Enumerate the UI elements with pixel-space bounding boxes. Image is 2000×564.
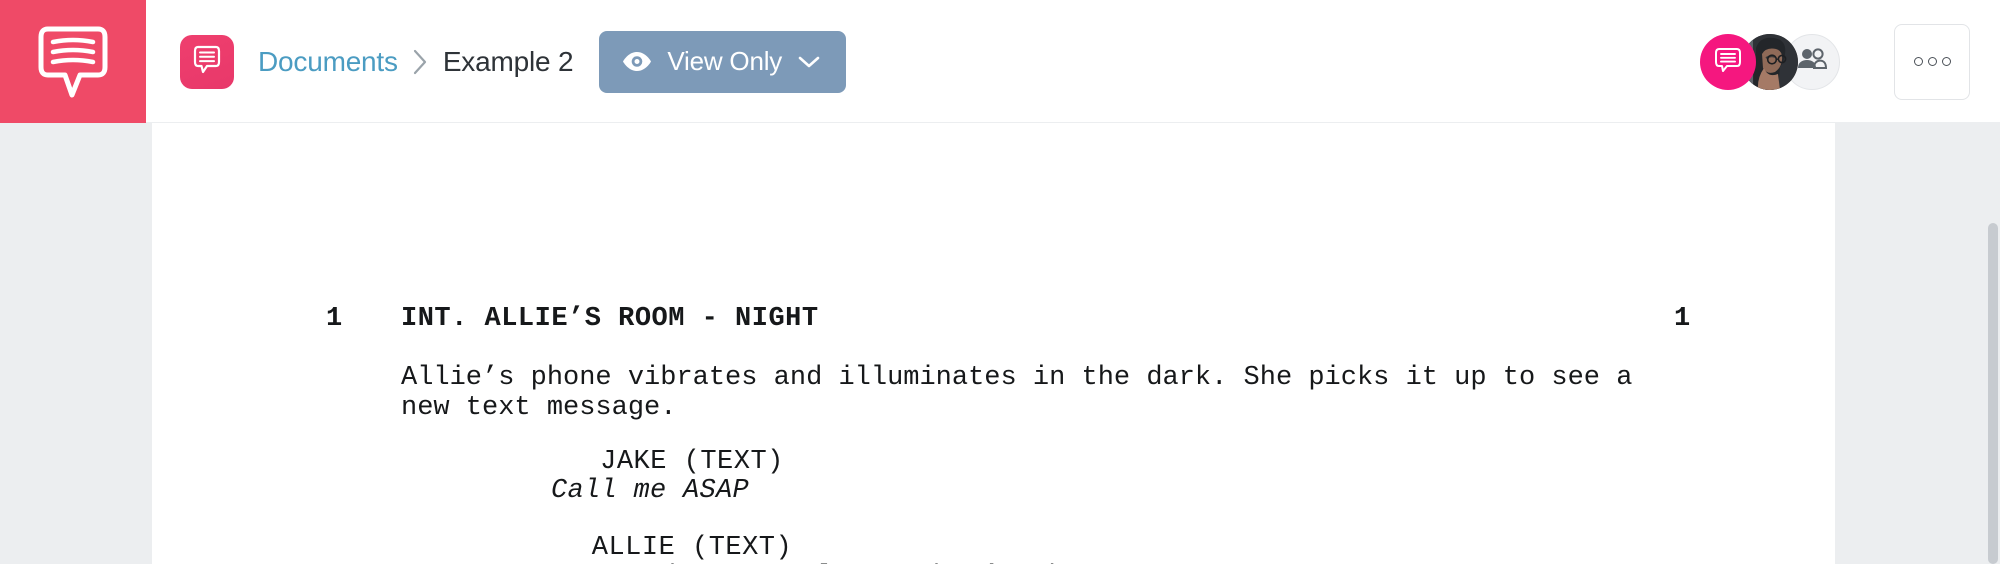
app-window: Documents Example 2 View Only 1 INT. ALL…	[0, 0, 2000, 564]
collaborator-avatars	[1700, 33, 1840, 90]
avatar-chat[interactable]	[1700, 33, 1756, 90]
scrollbar-thumb[interactable]	[1988, 223, 1998, 564]
action-paragraph: Allie’s phone vibrates and illuminates i…	[401, 363, 1649, 423]
character-name: ALLIE (TEXT)	[591, 533, 793, 563]
scene-heading: INT. ALLIE’S ROOM - NIGHT	[401, 304, 819, 334]
app-logo[interactable]	[0, 0, 146, 123]
scene-number-right: 1	[1674, 304, 1691, 334]
eye-icon	[621, 50, 653, 73]
dialogue-line: Call me ASAP	[551, 476, 750, 506]
script-page: 1 INT. ALLIE’S ROOM - NIGHT 1 Allie’s ph…	[152, 123, 1835, 564]
chevron-down-icon	[798, 55, 820, 69]
breadcrumb-documents-link[interactable]: Documents	[258, 46, 398, 78]
chevron-right-icon	[412, 48, 429, 76]
breadcrumb: Documents Example 2	[258, 45, 574, 78]
app-header: Documents Example 2 View Only	[0, 0, 2000, 123]
overflow-menu-button[interactable]	[1894, 23, 1970, 100]
document-badge[interactable]	[180, 34, 234, 89]
view-only-dropdown-button[interactable]: View Only	[599, 30, 847, 93]
speech-bubble-icon	[1713, 44, 1743, 79]
view-only-label: View Only	[667, 46, 783, 76]
screenplay-content: 1 INT. ALLIE’S ROOM - NIGHT 1 Allie’s ph…	[152, 123, 1835, 564]
people-icon	[1797, 47, 1828, 76]
scene-number-left: 1	[326, 304, 343, 334]
breadcrumb-current-document: Example 2	[442, 45, 574, 77]
speech-bubble-document-icon	[192, 44, 222, 80]
document-viewport: 1 INT. ALLIE’S ROOM - NIGHT 1 Allie’s ph…	[0, 123, 2000, 564]
character-name: JAKE (TEXT)	[600, 447, 784, 477]
vertical-scrollbar[interactable]	[1986, 123, 2000, 564]
speech-bubble-logo-icon	[36, 23, 110, 101]
three-dots-icon	[1913, 57, 1951, 66]
header-toolbar: Documents Example 2 View Only	[146, 0, 2000, 123]
